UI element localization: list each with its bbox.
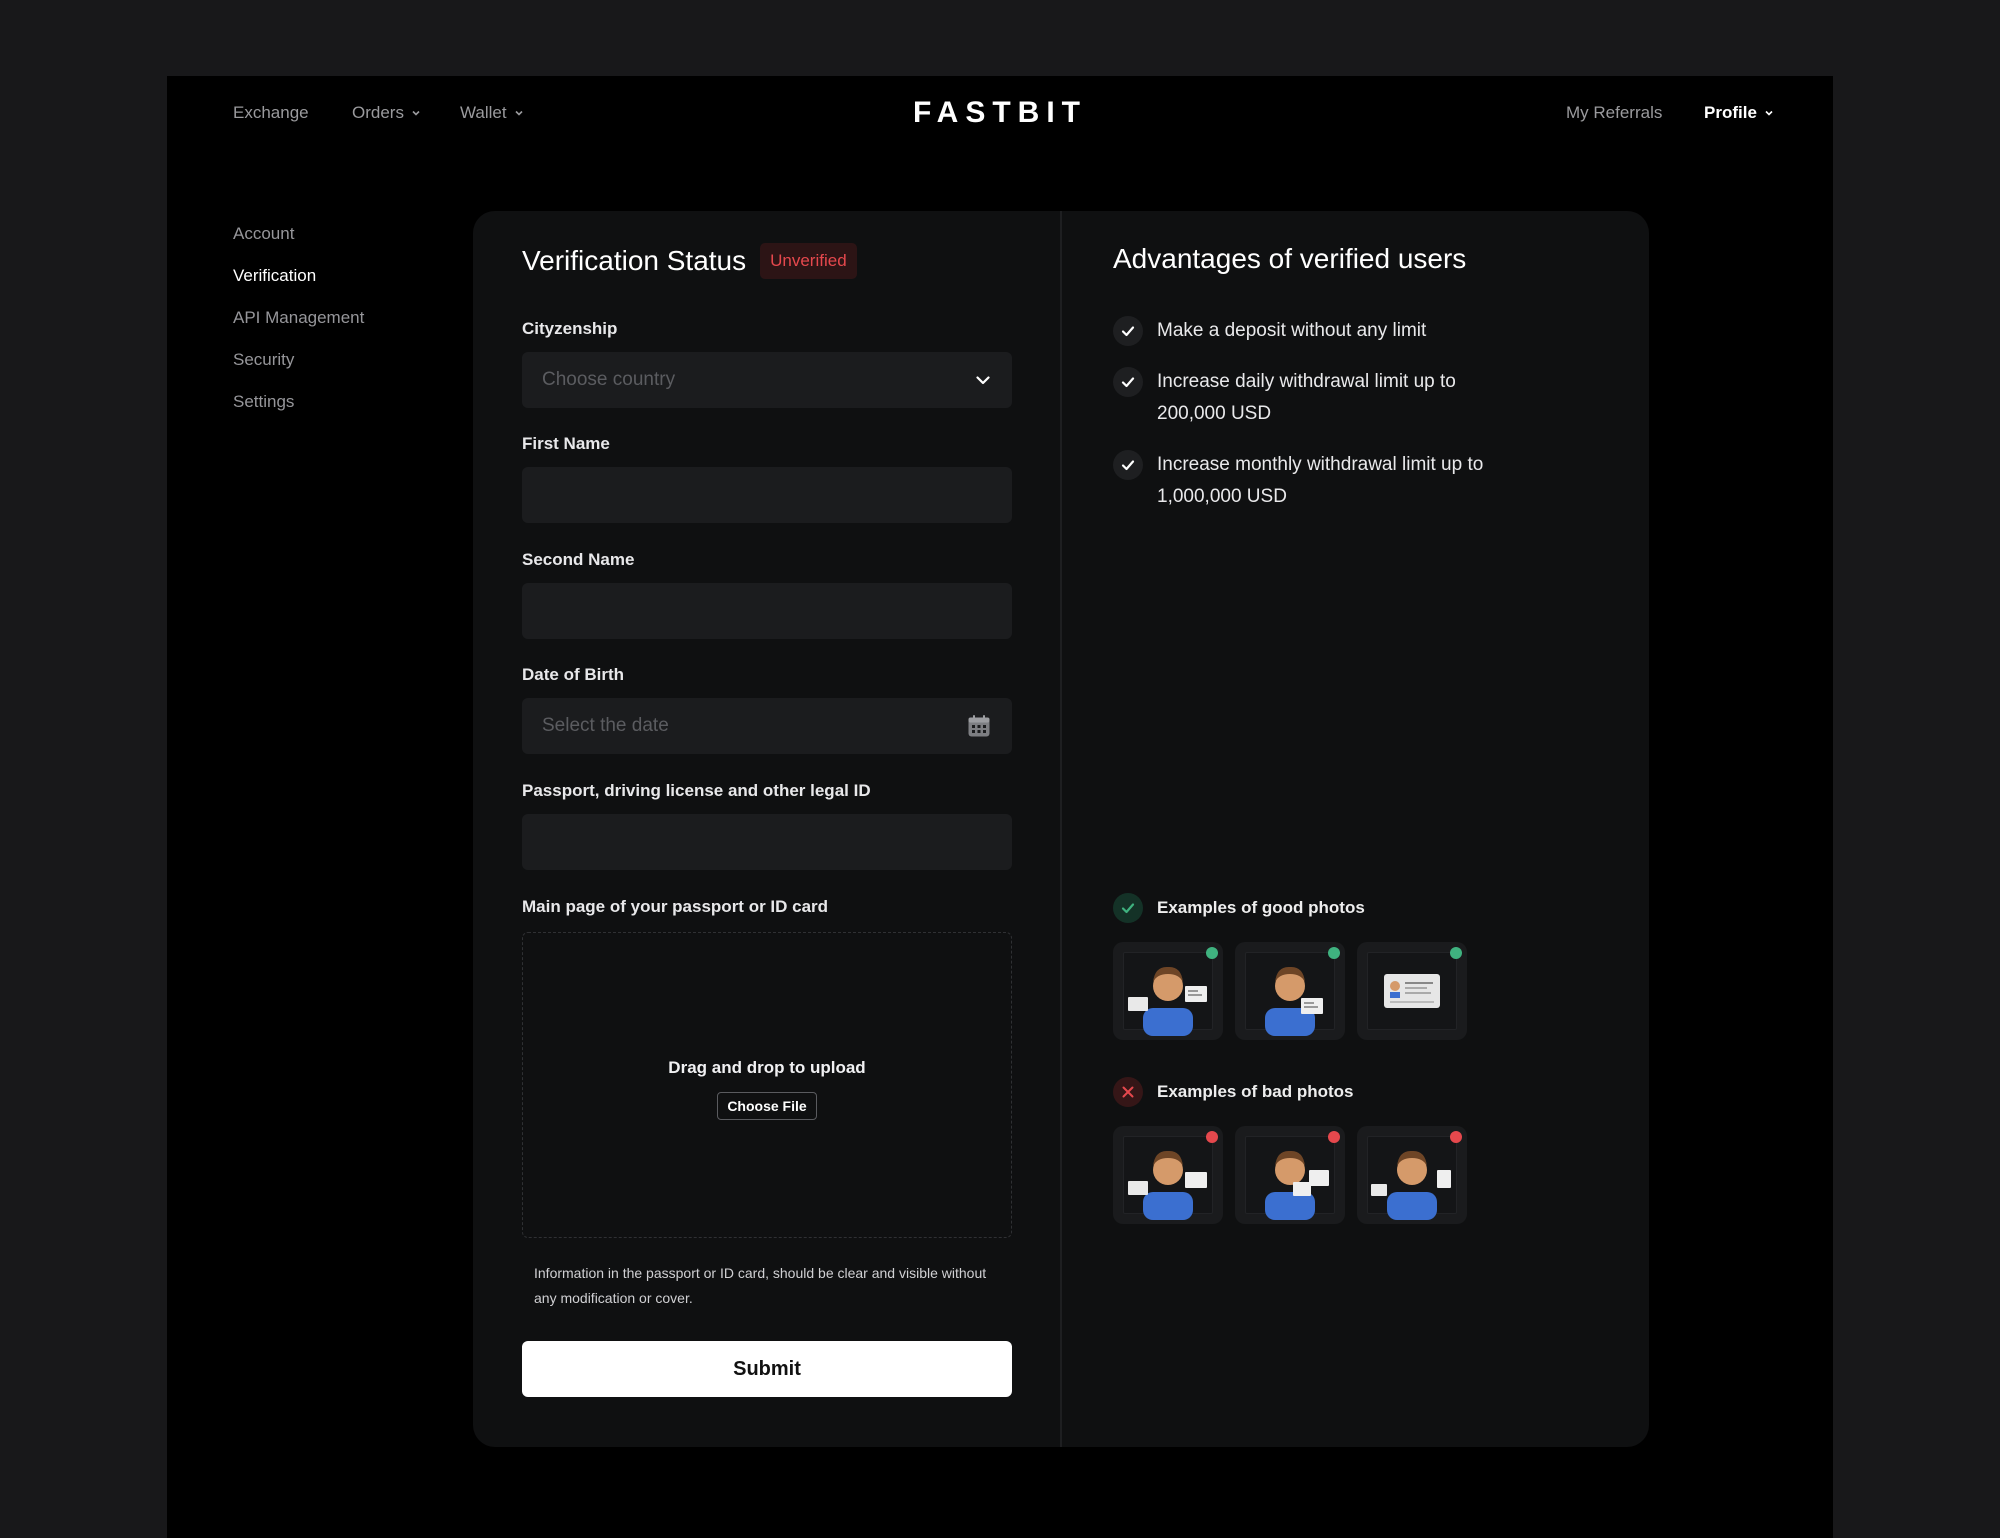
first-name-label: First Name bbox=[522, 434, 610, 453]
status-badge: Unverified bbox=[760, 243, 857, 279]
good-photos-row bbox=[1113, 942, 1467, 1040]
verification-card: Verification Status Unverified Cityzensh… bbox=[473, 211, 1649, 1447]
dob-placeholder: Select the date bbox=[542, 715, 669, 736]
check-icon bbox=[1113, 367, 1143, 397]
upload-label: Main page of your passport or ID card bbox=[522, 897, 829, 916]
nav-orders[interactable]: Orders bbox=[352, 103, 421, 123]
bad-photos-title: Examples of bad photos bbox=[1157, 1082, 1354, 1101]
advantage-item: Make a deposit without any limit bbox=[1113, 315, 1513, 347]
dob-input[interactable]: Select the date bbox=[522, 698, 1012, 754]
dropzone-title: Drag and drop to upload bbox=[668, 1058, 866, 1077]
chevron-down-icon bbox=[976, 376, 990, 385]
advantage-text: Increase daily withdrawal limit up to 20… bbox=[1157, 371, 1456, 424]
close-icon bbox=[1113, 1077, 1143, 1107]
check-icon bbox=[1113, 450, 1143, 480]
bad-photo-example bbox=[1235, 1126, 1345, 1224]
nav-profile[interactable]: Profile bbox=[1704, 103, 1774, 123]
advantage-text: Make a deposit without any limit bbox=[1157, 320, 1427, 341]
bad-indicator-icon bbox=[1328, 1131, 1340, 1143]
column-divider bbox=[1060, 211, 1062, 1447]
nav-wallet-label: Wallet bbox=[460, 103, 507, 122]
chevron-down-icon bbox=[412, 110, 420, 116]
check-icon bbox=[1113, 316, 1143, 346]
sidebar-item-security[interactable]: Security bbox=[233, 350, 453, 392]
good-indicator-icon bbox=[1328, 947, 1340, 959]
choose-file-button[interactable]: Choose File bbox=[717, 1092, 817, 1120]
bad-indicator-icon bbox=[1206, 1131, 1218, 1143]
nav-my-referrals[interactable]: My Referrals bbox=[1566, 103, 1662, 123]
calendar-icon[interactable] bbox=[966, 713, 992, 739]
good-photo-example bbox=[1235, 942, 1345, 1040]
advantage-item: Increase daily withdrawal limit up to 20… bbox=[1113, 366, 1513, 430]
second-name-input[interactable] bbox=[522, 583, 1012, 639]
settings-sidebar: Account Verification API Management Secu… bbox=[233, 224, 453, 434]
chevron-down-icon bbox=[1765, 110, 1773, 116]
nav-referrals-label: My Referrals bbox=[1566, 103, 1663, 122]
submit-button[interactable]: Submit bbox=[522, 1341, 1012, 1397]
first-name-input[interactable] bbox=[522, 467, 1012, 523]
good-indicator-icon bbox=[1450, 947, 1462, 959]
sidebar-item-settings[interactable]: Settings bbox=[233, 392, 453, 434]
nav-exchange[interactable]: Exchange bbox=[233, 103, 309, 123]
upload-dropzone[interactable]: Drag and drop to upload Choose File bbox=[522, 932, 1012, 1238]
chevron-down-icon bbox=[515, 110, 523, 116]
bad-photos-row bbox=[1113, 1126, 1467, 1224]
nav-orders-label: Orders bbox=[352, 103, 404, 122]
citizenship-placeholder: Choose country bbox=[542, 369, 676, 390]
second-name-label: Second Name bbox=[522, 550, 635, 569]
bad-photo-example bbox=[1357, 1126, 1467, 1224]
good-photos-heading: Examples of good photos bbox=[1113, 893, 1365, 923]
advantage-item: Increase monthly withdrawal limit up to … bbox=[1113, 449, 1513, 513]
citizenship-label: Cityzenship bbox=[522, 319, 618, 338]
nav-profile-label: Profile bbox=[1704, 103, 1757, 122]
app-window: Exchange Orders Wallet FASTBIT My Referr… bbox=[167, 76, 1833, 1538]
advantage-text: Increase monthly withdrawal limit up to … bbox=[1157, 454, 1484, 507]
good-photos-title: Examples of good photos bbox=[1157, 898, 1365, 917]
good-photo-example bbox=[1357, 942, 1467, 1040]
good-photo-example bbox=[1113, 942, 1223, 1040]
brand-logo[interactable]: FASTBIT bbox=[913, 96, 1087, 130]
sidebar-item-account[interactable]: Account bbox=[233, 224, 453, 266]
sidebar-item-verification[interactable]: Verification bbox=[233, 266, 453, 308]
check-icon bbox=[1113, 893, 1143, 923]
page-title: Verification Status bbox=[522, 245, 747, 276]
bad-indicator-icon bbox=[1450, 1131, 1462, 1143]
citizenship-select[interactable]: Choose country bbox=[522, 352, 1012, 408]
title-row: Verification Status Unverified bbox=[522, 243, 857, 279]
nav-exchange-label: Exchange bbox=[233, 103, 309, 122]
sidebar-item-api-management[interactable]: API Management bbox=[233, 308, 453, 350]
good-indicator-icon bbox=[1206, 947, 1218, 959]
top-nav: Exchange Orders Wallet FASTBIT My Referr… bbox=[167, 76, 1833, 150]
legal-id-input[interactable] bbox=[522, 814, 1012, 870]
advantages-title: Advantages of verified users bbox=[1113, 243, 1467, 274]
nav-wallet[interactable]: Wallet bbox=[460, 103, 524, 123]
bad-photo-example bbox=[1113, 1126, 1223, 1224]
legal-id-label: Passport, driving license and other lega… bbox=[522, 781, 871, 800]
bad-photos-heading: Examples of bad photos bbox=[1113, 1077, 1353, 1107]
upload-hint: Information in the passport or ID card, … bbox=[534, 1265, 987, 1306]
dob-label: Date of Birth bbox=[522, 665, 624, 684]
